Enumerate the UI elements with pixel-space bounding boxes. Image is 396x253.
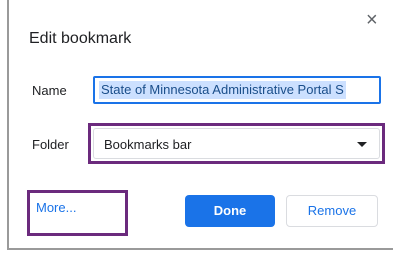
done-button[interactable]: Done <box>185 195 275 227</box>
name-input[interactable]: State of Minnesota Administrative Portal… <box>93 76 381 104</box>
name-label: Name <box>32 83 67 98</box>
more-button[interactable]: More... <box>36 200 76 215</box>
dropdown-caret-icon <box>357 142 367 147</box>
name-input-value: State of Minnesota Administrative Portal… <box>99 81 346 99</box>
close-icon[interactable]: × <box>366 10 378 30</box>
folder-label: Folder <box>32 137 69 152</box>
dialog-title: Edit bookmark <box>29 30 132 47</box>
remove-button[interactable]: Remove <box>286 195 378 227</box>
folder-select-value: Bookmarks bar <box>104 137 192 152</box>
folder-select[interactable]: Bookmarks bar <box>93 128 380 159</box>
